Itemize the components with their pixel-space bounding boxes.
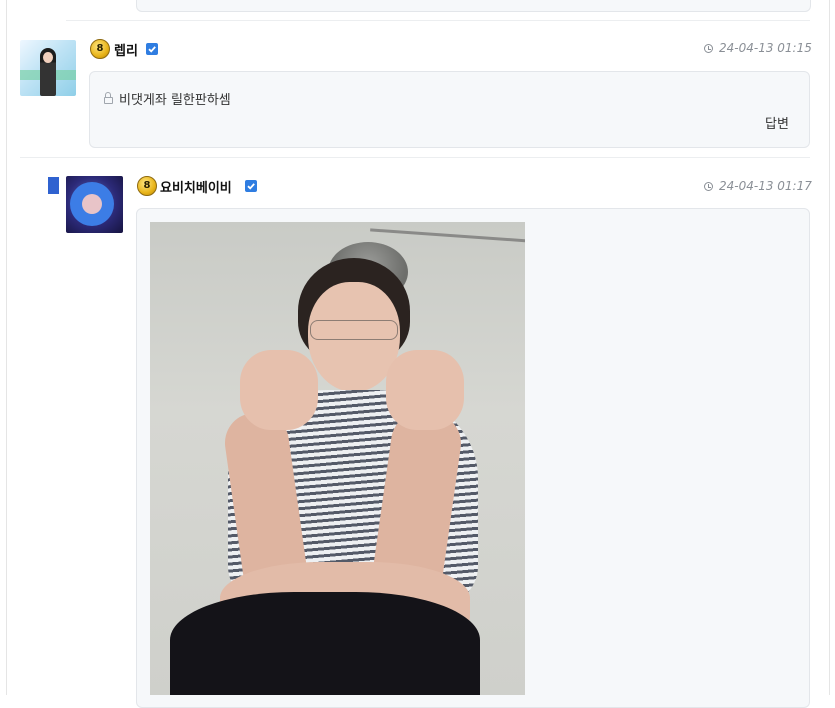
clock-icon	[704, 44, 713, 53]
comment-separator	[20, 157, 810, 158]
page-frame-right	[829, 0, 835, 695]
reply-indicator	[48, 177, 59, 194]
photo-hand-right	[386, 350, 464, 430]
comment-timestamp: 24-04-13 01:17	[719, 179, 812, 193]
comment-timestamp: 24-04-13 01:15	[719, 41, 812, 55]
clock-icon	[704, 182, 713, 191]
reply-button[interactable]: 답변	[765, 113, 789, 132]
avatar-face	[82, 194, 102, 214]
page-frame-left	[0, 0, 7, 695]
comment-author[interactable]: 렙리	[114, 40, 138, 59]
avatar-face	[43, 52, 53, 63]
comment-body: 비댓게좌 릴한판하셈 답변	[89, 71, 810, 148]
level-badge-icon: 8	[90, 39, 110, 59]
photo-glasses	[310, 320, 398, 340]
photo-pants	[170, 592, 480, 695]
avatar[interactable]	[66, 176, 123, 233]
comment-separator	[66, 20, 810, 21]
verified-icon	[245, 180, 257, 192]
photo-hand-left	[240, 350, 318, 430]
verified-icon	[146, 43, 158, 55]
comment-text: 비댓게좌 릴한판하셈	[119, 93, 231, 108]
level-badge-icon: 8	[137, 176, 157, 196]
lock-icon	[104, 92, 113, 104]
comment-author[interactable]: 요비치베이비	[160, 177, 232, 196]
avatar[interactable]	[20, 40, 76, 96]
attached-image[interactable]	[150, 222, 525, 695]
photo-lamp-arm	[370, 228, 525, 243]
previous-comment-box	[136, 0, 811, 12]
